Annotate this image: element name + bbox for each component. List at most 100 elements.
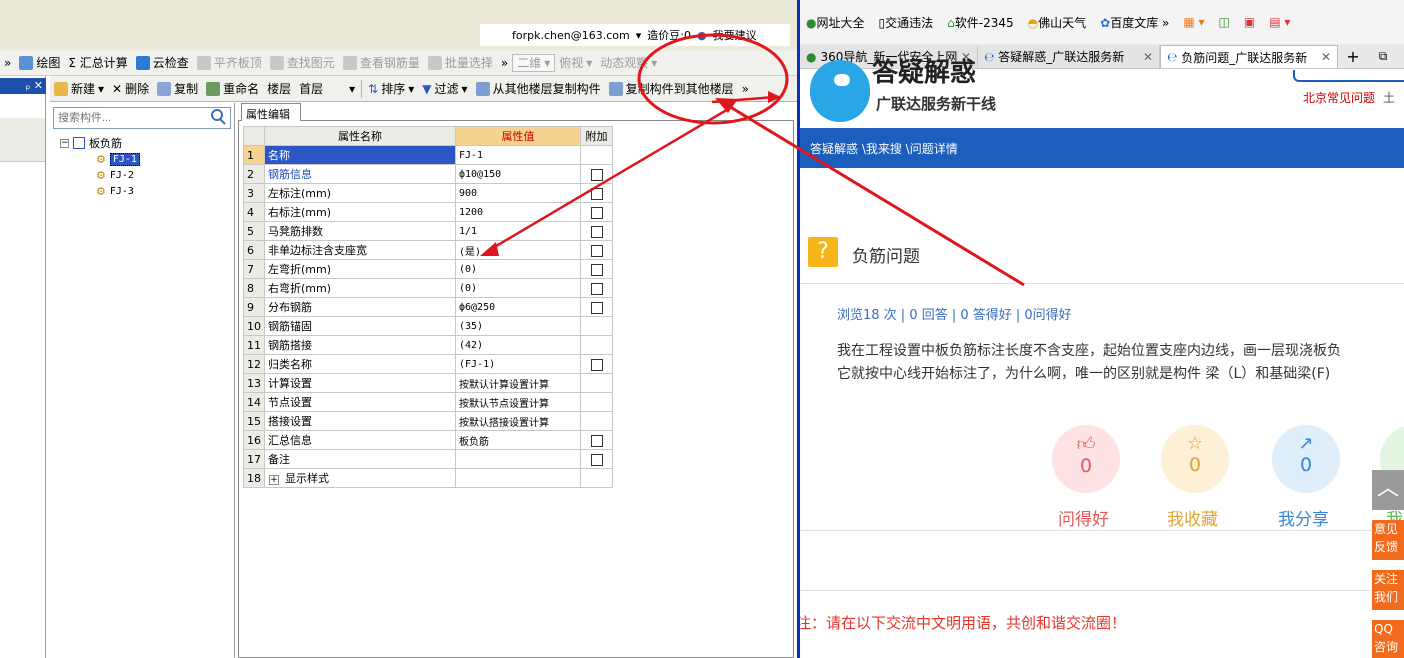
table-row[interactable]: 4 右标注(mm) 1200 [243,202,613,222]
extra-checkbox[interactable] [590,434,603,447]
sort-button[interactable]: ⇅ 排序 ▾ [364,78,418,100]
table-row[interactable]: 17 备注 [243,449,613,469]
floor-select[interactable]: 首层 ▾ [295,78,359,100]
property-value[interactable] [455,468,581,488]
copy-to-floor-button[interactable]: 复制构件到其他楼层 [605,78,738,100]
table-row[interactable]: 5 马凳筋排数 1/1 [243,221,613,241]
tree-item[interactable]: ⚙ FJ-1 [60,151,140,167]
follow-us-button[interactable]: 关注我们 [1372,570,1404,610]
extra-checkbox[interactable] [590,225,603,238]
favorite-item[interactable]: ⌂软件-2345 [947,14,1014,31]
property-value[interactable]: (FJ-1) [455,354,581,374]
property-value[interactable] [455,449,581,469]
property-value[interactable]: 按默认计算设置计算 [455,373,581,393]
favorite-item[interactable]: ◓佛山天气 [1028,14,1087,31]
beijing-faq-link[interactable]: 北京常见问题土 [1303,89,1395,106]
extra-checkbox[interactable] [590,282,603,295]
suggest-link[interactable]: 我要建议 [713,27,757,43]
new-tab-button[interactable]: + [1338,45,1368,68]
copy-from-floor-button[interactable]: 从其他楼层复制构件 [472,78,605,100]
tree-item[interactable]: ⚙ FJ-3 [60,183,140,199]
table-row[interactable]: 6 非单边标注含支座宽 (是) [243,240,613,260]
extra-checkbox[interactable] [590,301,603,314]
extra-checkbox[interactable] [590,453,603,466]
favorite-item[interactable]: ●网址大全 [806,14,865,31]
table-row[interactable]: 7 左弯折(mm) (0) [243,259,613,279]
table-row[interactable]: 16 汇总信息 板负筋 [243,430,613,450]
search-icon[interactable] [209,108,229,128]
table-row[interactable]: 11 钢筋搭接 (42) [243,335,613,355]
sum-button[interactable]: Σ 汇总计算 [64,52,131,74]
table-row[interactable]: 3 左标注(mm) 900 [243,183,613,203]
back-to-top-button[interactable]: ︿ [1372,470,1404,510]
extra-checkbox[interactable] [590,168,603,181]
component-search-input[interactable] [53,107,231,129]
dock-pin-bar[interactable]: ₚ ✕ [0,78,46,94]
tab-list-icon[interactable]: ⧉ [1368,45,1398,68]
property-value[interactable]: (35) [455,316,581,336]
action-button[interactable]: ↗ 0 [1272,425,1340,493]
action-label[interactable]: 我收藏 [1167,505,1218,530]
property-value[interactable]: (是) [455,240,581,260]
action-button[interactable]: 👍︎ 0 [1052,425,1120,493]
batch-select-button[interactable]: 批量选择 [424,52,497,74]
property-value[interactable]: 1/1 [455,221,581,241]
toolbar-overflow-icon[interactable]: » [0,52,15,74]
copy-button[interactable]: 复制 [153,78,202,100]
table-row[interactable]: 12 归类名称 (FJ-1) [243,354,613,374]
table-row[interactable]: 13 计算设置 按默认计算设置计算 [243,373,613,393]
browser-tab-active[interactable]: ℮ 负筋问题_广联达服务新 ✕ [1160,45,1338,68]
table-row[interactable]: 10 钢筋锚固 (35) [243,316,613,336]
extra-checkbox[interactable] [590,358,603,371]
expand-icon[interactable]: + [269,475,279,485]
table-row[interactable]: 15 搭接设置 按默认搭接设置计算 [243,411,613,431]
table-row[interactable]: 9 分布钢筋 ф6@250 [243,297,613,317]
filter-button[interactable]: ▼ 过滤 ▾ [418,78,471,100]
extra-checkbox[interactable] [590,206,603,219]
property-value[interactable]: (42) [455,335,581,355]
table-row[interactable]: 1 名称 FJ-1 [243,145,613,165]
extra-checkbox[interactable] [590,263,603,276]
book-icon[interactable]: ◫ [1219,15,1230,29]
tree-root[interactable]: − 板负筋 [60,135,140,151]
view-mode-select[interactable]: 二维 ▾ [512,53,556,72]
breadcrumb[interactable]: 答疑解惑 \我来搜 \问题详情 [800,128,1404,168]
action-button[interactable]: ☆ 0 [1161,425,1229,493]
property-value[interactable]: 按默认搭接设置计算 [455,411,581,431]
table-row[interactable]: 2 钢筋信息 ф10@150 [243,164,613,184]
extra-checkbox[interactable] [590,244,603,257]
property-value[interactable]: ф10@150 [455,164,581,184]
tv-icon[interactable]: ▣ [1244,15,1255,29]
action-label[interactable]: 问得好 [1058,505,1109,530]
align-top-button[interactable]: 平齐板顶 [193,52,266,74]
dropdown-arrow-icon[interactable]: ▾ [636,29,642,42]
draw-button[interactable]: 绘图 [15,52,64,74]
favorite-item[interactable]: ✿百度文库 » [1100,14,1169,31]
table-row[interactable]: 14 节点设置 按默认节点设置计算 [243,392,613,412]
property-value[interactable]: 按默认节点设置计算 [455,392,581,412]
account-email[interactable]: forpk.chen@163.com [512,29,630,42]
orbit-button[interactable]: 动态观察 ▾ [596,52,661,74]
close-icon[interactable]: ✕ [1321,50,1331,64]
property-value[interactable]: ф6@250 [455,297,581,317]
pdf-icon[interactable]: ▤ ▾ [1269,15,1290,29]
toolbar-overflow-icon[interactable]: » [738,78,753,100]
table-row[interactable]: 8 右弯折(mm) (0) [243,278,613,298]
property-value[interactable]: (0) [455,259,581,279]
top-view-button[interactable]: 俯视 ▾ [555,52,596,74]
property-value[interactable]: (0) [455,278,581,298]
close-icon[interactable]: ✕ [1143,50,1153,64]
app-grid-icon[interactable]: ▦ ▾ [1183,15,1204,29]
favorite-item[interactable]: ▯交通违法 [879,14,934,31]
browser-tab[interactable]: ℮ 答疑解惑_广联达服务新 ✕ [978,45,1160,68]
table-row[interactable]: 18 + 显示样式 [243,468,613,488]
view-rebar-button[interactable]: 查看钢筋量 [339,52,424,74]
delete-button[interactable]: ✕ 删除 [108,78,153,100]
find-element-button[interactable]: 查找图元 [266,52,339,74]
property-value[interactable]: 1200 [455,202,581,222]
tab-property-edit[interactable]: 属性编辑 [241,103,301,121]
collapse-icon[interactable]: − [60,138,69,148]
rename-button[interactable]: 重命名 [202,78,263,100]
property-value[interactable]: FJ-1 [455,145,581,165]
property-value[interactable]: 900 [455,183,581,203]
